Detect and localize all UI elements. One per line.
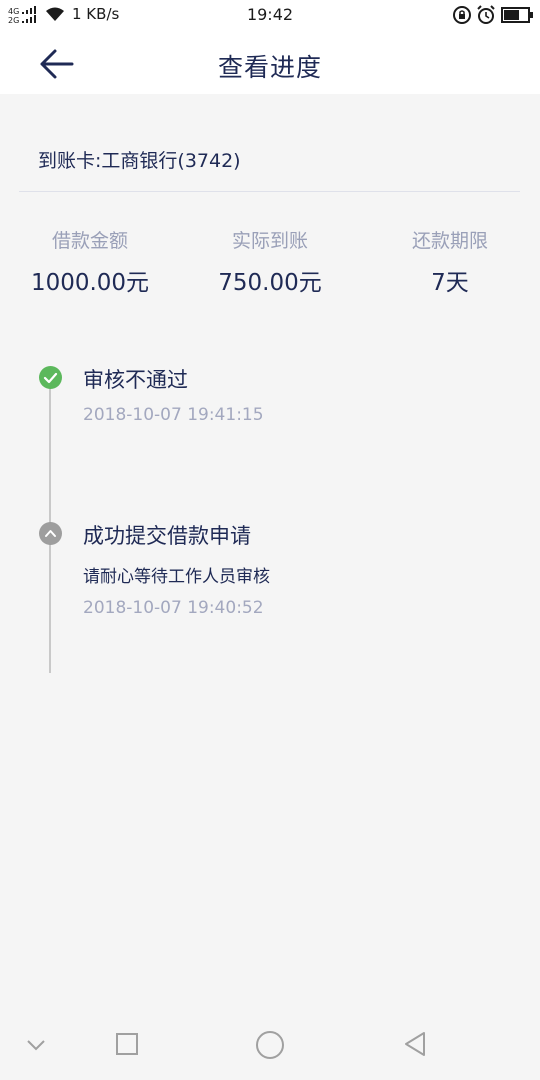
timeline-step-title: 成功提交借款申请	[83, 524, 251, 548]
stat-label: 借款金额	[51, 230, 128, 252]
chevron-up-icon	[39, 522, 62, 545]
timeline-step-time: 2018-10-07 19:40:52	[83, 598, 264, 618]
stat-repayment-term: 还款期限 7天	[360, 226, 540, 297]
stat-value: 750.00元	[218, 270, 322, 296]
nav-hide-button[interactable]	[24, 1036, 48, 1054]
nav-back-button[interactable]	[402, 1030, 428, 1058]
stat-value: 7天	[431, 270, 469, 296]
page-title: 查看进度	[217, 53, 322, 82]
loan-stats: 借款金额 1000.00元 实际到账 750.00元 还款期限 7天	[0, 226, 540, 296]
system-nav-bar	[0, 1010, 540, 1080]
stat-label: 实际到账	[231, 230, 308, 252]
rotation-lock-icon	[453, 6, 471, 24]
nav-recents-button[interactable]	[115, 1032, 139, 1056]
nav-home-button[interactable]	[255, 1030, 285, 1060]
alarm-icon	[477, 5, 495, 24]
timeline-step-desc: 请耐心等待工作人员审核	[83, 567, 270, 587]
check-icon	[39, 366, 62, 389]
stat-label: 还款期限	[411, 230, 488, 252]
stat-value: 1000.00元	[30, 270, 150, 296]
stat-actual-received: 实际到账 750.00元	[180, 226, 360, 297]
stat-loan-amount: 借款金额 1000.00元	[0, 226, 180, 297]
timeline-step-title: 审核不通过	[83, 368, 188, 392]
title-bar: 查看进度	[0, 30, 540, 94]
screen: 4G 2G 1 KB/s 19:42 查看进度 到账卡:工商银行(3742) 借…	[0, 0, 540, 1080]
divider	[19, 191, 520, 192]
receiving-card: 到账卡:工商银行(3742)	[38, 150, 241, 172]
timeline-step-time: 2018-10-07 19:41:15	[83, 405, 264, 425]
status-bar: 4G 2G 1 KB/s 19:42	[0, 0, 540, 30]
battery-icon	[501, 7, 533, 23]
